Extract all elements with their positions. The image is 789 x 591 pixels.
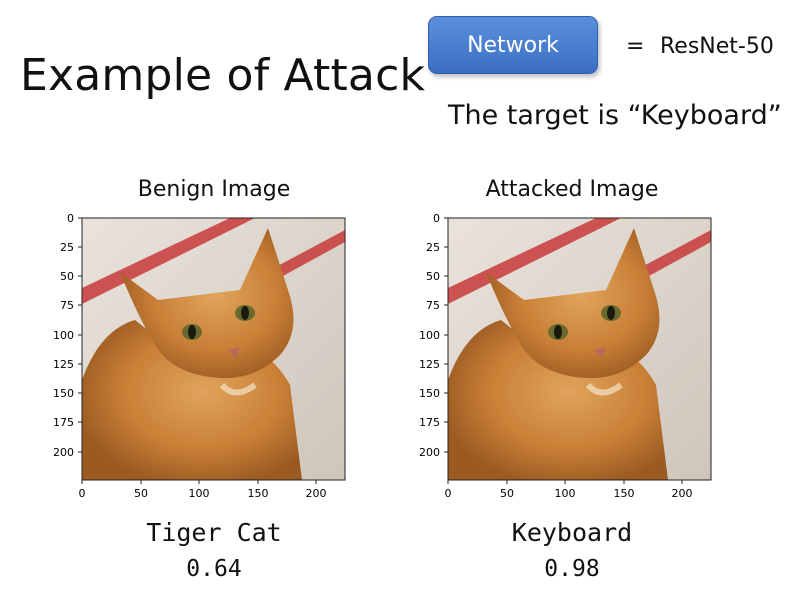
target-text: The target is “Keyboard”	[448, 100, 782, 131]
confidence-attacked: 0.98	[544, 556, 600, 582]
slide-title: Example of Attack	[20, 50, 426, 101]
y-axis-ticks-benign: 0 25 50 75 100 125 150 175 200	[53, 212, 82, 459]
x-tick: 50	[134, 487, 148, 500]
y-tick: 100	[53, 329, 74, 342]
panel-title-attacked: Attacked Image	[485, 177, 659, 202]
confidence-benign: 0.64	[186, 556, 242, 582]
y-tick: 125	[419, 358, 440, 371]
x-tick: 0	[445, 487, 452, 500]
y-tick: 50	[426, 270, 440, 283]
y-tick: 0	[67, 212, 74, 225]
equals-sign: =	[626, 34, 645, 59]
y-tick: 175	[419, 416, 440, 429]
y-tick: 50	[60, 270, 74, 283]
x-tick: 200	[672, 487, 693, 500]
y-tick: 125	[53, 358, 74, 371]
y-tick: 25	[426, 241, 440, 254]
x-axis-ticks-benign: 0 50 100 150 200	[79, 480, 327, 500]
network-button[interactable]: Network	[428, 16, 598, 74]
x-tick: 50	[500, 487, 514, 500]
y-tick: 75	[60, 299, 74, 312]
attacked-image-plot: 0 25 50 75 100 125 150 175 200 0 50 100 …	[419, 212, 712, 500]
y-tick: 175	[53, 416, 74, 429]
prediction-label-benign: Tiger Cat	[146, 518, 282, 547]
panel-title-benign: Benign Image	[137, 177, 291, 202]
x-tick: 150	[248, 487, 269, 500]
y-axis-ticks-attacked: 0 25 50 75 100 125 150 175 200	[419, 212, 448, 459]
y-tick: 150	[419, 387, 440, 400]
x-axis-ticks-attacked: 0 50 100 150 200	[445, 480, 693, 500]
x-tick: 100	[189, 487, 210, 500]
y-tick: 150	[53, 387, 74, 400]
model-name: ResNet-50	[660, 34, 774, 59]
cat-image	[82, 218, 345, 480]
y-tick: 25	[60, 241, 74, 254]
x-tick: 150	[614, 487, 635, 500]
x-tick: 200	[306, 487, 327, 500]
y-tick: 0	[433, 212, 440, 225]
y-tick: 100	[419, 329, 440, 342]
y-tick: 200	[419, 446, 440, 459]
x-tick: 0	[79, 487, 86, 500]
cat-image	[448, 218, 711, 480]
y-tick: 200	[53, 446, 74, 459]
prediction-label-attacked: Keyboard	[511, 518, 633, 547]
y-tick: 75	[426, 299, 440, 312]
x-tick: 100	[555, 487, 576, 500]
benign-image-plot: 0 25 50 75 100 125 150 175 200 0 50 100 …	[53, 212, 346, 500]
